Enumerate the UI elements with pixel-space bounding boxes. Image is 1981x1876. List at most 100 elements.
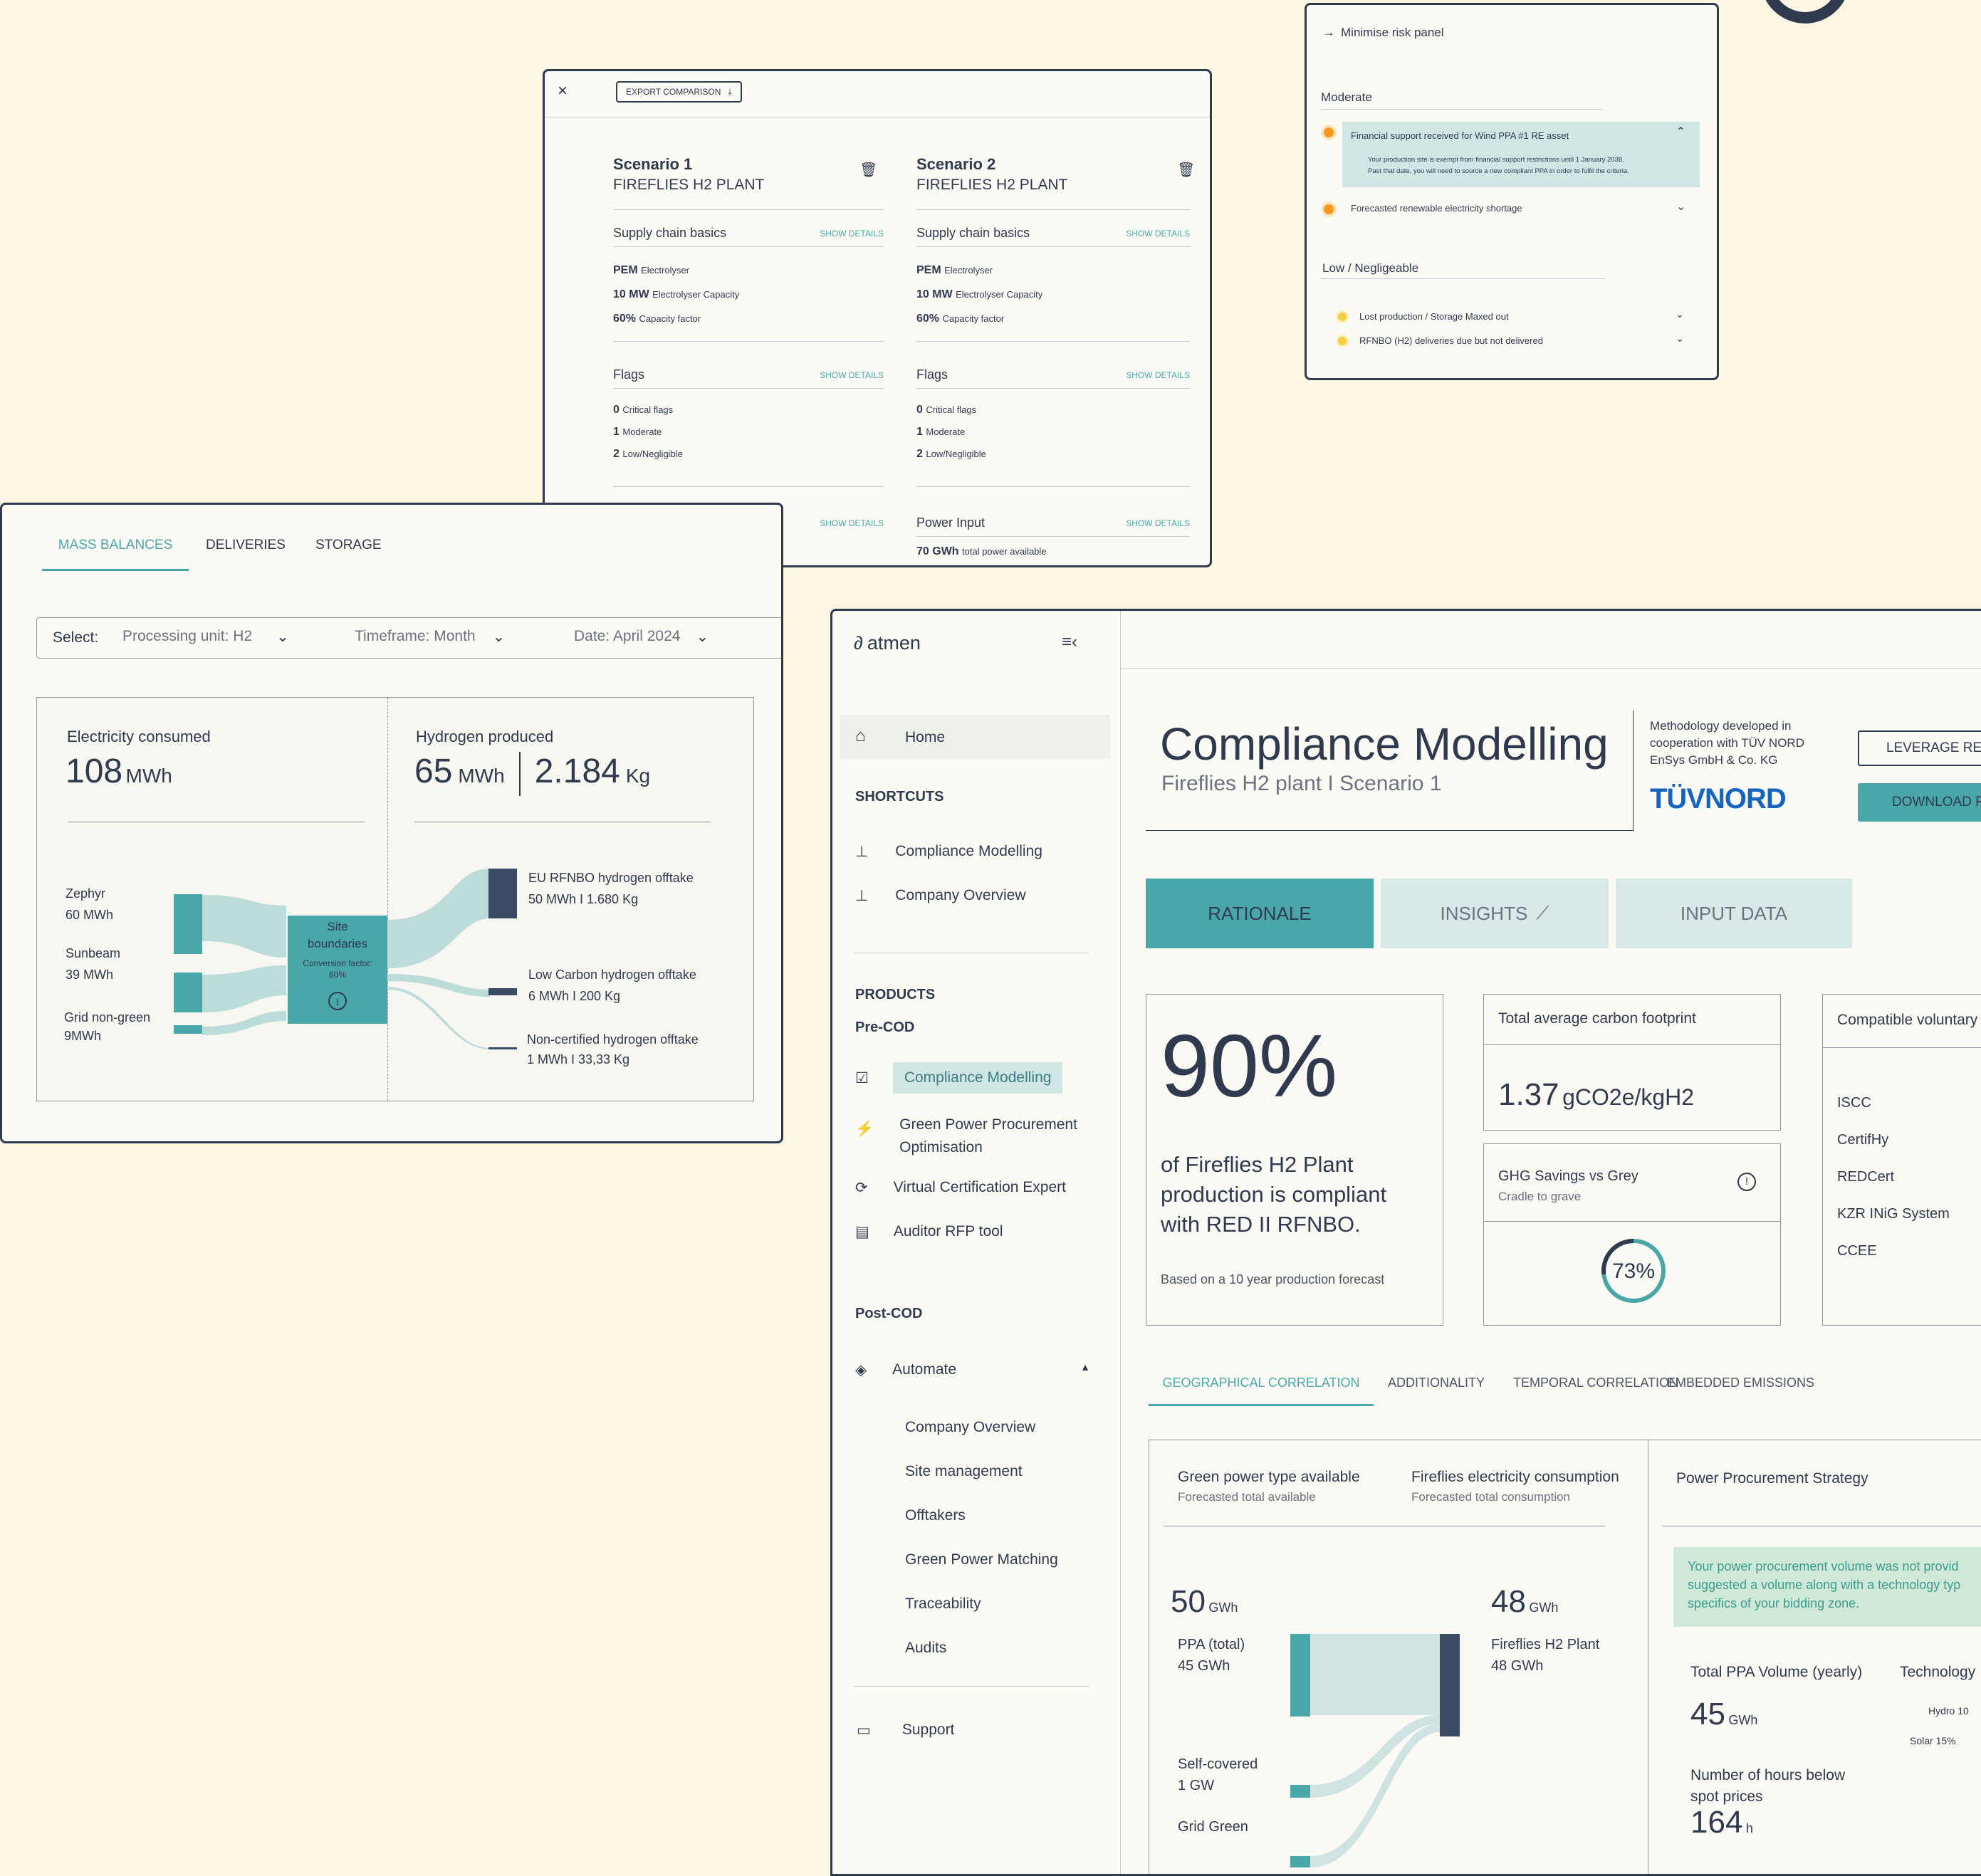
submenu-item-company-overview[interactable]: Company Overview xyxy=(905,1405,1058,1450)
tab-mass-balances[interactable]: MASS BALANCES xyxy=(42,538,189,571)
mass-balance-panel: MASS BALANCES DELIVERIES STORAGE Select:… xyxy=(0,503,783,1143)
arrow-right-icon: → xyxy=(1322,25,1335,39)
risk-item-expanded[interactable]: ⌃ Financial support received for Wind PP… xyxy=(1342,122,1700,187)
select-label: Select: xyxy=(53,629,99,646)
supply-label: Electrolyser Capacity xyxy=(956,289,1043,300)
carbon-unit: gCO2e/kgH2 xyxy=(1562,1084,1695,1110)
chevron-down-icon[interactable]: ⌄ xyxy=(1676,332,1684,345)
submenu-item-site-management[interactable]: Site management xyxy=(905,1450,1058,1494)
flag-count: 0 xyxy=(916,404,923,416)
sidebar-item-virtual-certification[interactable]: ⟳ Virtual Certification Expert xyxy=(855,1179,1066,1197)
filter-bar: Select: Processing unit: H2 ⌄ Timeframe:… xyxy=(36,617,781,659)
risk-item[interactable]: RFNBO (H2) deliveries due but not delive… xyxy=(1338,332,1701,351)
compliance-note: Based on a 10 year production forecast xyxy=(1161,1272,1385,1287)
flag-count: 1 xyxy=(916,426,923,438)
risk-panel-header: Minimise risk panel xyxy=(1341,25,1444,39)
tab-storage[interactable]: STORAGE xyxy=(315,538,382,553)
tab-input-data[interactable]: INPUT DATA xyxy=(1616,879,1852,948)
subtab-embedded-emissions[interactable]: EMBEDDED EMISSIONS xyxy=(1667,1375,1814,1390)
download-report-button[interactable]: DOWNLOAD R xyxy=(1858,783,1981,822)
button-label: DOWNLOAD R xyxy=(1892,795,1981,809)
tab-rationale[interactable]: RATIONALE xyxy=(1146,879,1374,948)
sankey-node-self xyxy=(1290,1785,1310,1798)
carbon-title: Total average carbon footprint xyxy=(1498,1010,1696,1027)
section-title: Supply chain basics xyxy=(613,226,727,240)
trash-icon[interactable]: 🗑 xyxy=(859,161,877,179)
sidebar-item-label: Support xyxy=(901,1722,955,1738)
products-heading: PRODUCTS xyxy=(855,987,936,1002)
collapse-menu-icon[interactable]: ≡‹ xyxy=(1062,632,1077,652)
show-details-link[interactable]: SHOW DETAILS xyxy=(1126,229,1190,241)
info-icon[interactable]: ! xyxy=(1737,1173,1756,1191)
plant-value: 48 GWh xyxy=(1491,1658,1544,1674)
subtab-temporal-correlation[interactable]: TEMPORAL CORRELATION xyxy=(1513,1375,1678,1390)
supply-value: 10 MW xyxy=(916,288,953,300)
divider xyxy=(916,341,1190,342)
sidebar-item-green-power[interactable]: ⚡ Green Power Procurement Optimisation xyxy=(855,1113,1092,1159)
shortcut-compliance-modelling[interactable]: ⊥ Compliance Modelling xyxy=(855,843,1042,861)
sparkle-chart-icon: ⚡ xyxy=(855,1121,874,1137)
processing-unit-dropdown[interactable]: Processing unit: H2 ⌄ xyxy=(122,628,289,646)
show-details-link[interactable]: SHOW DETAILS xyxy=(820,370,884,382)
tab-label: MASS BALANCES xyxy=(58,538,173,552)
sparkle-trend-icon: ⟋ xyxy=(1536,902,1549,923)
submenu-item-offtakers[interactable]: Offtakers xyxy=(905,1494,1058,1538)
close-icon[interactable]: × xyxy=(558,81,568,101)
sankey-node-lowcarbon xyxy=(488,988,517,995)
decorative-arc-icon xyxy=(1765,0,1845,23)
carbon-value: 1.37 gCO2e/kgH2 xyxy=(1498,1077,1694,1113)
chevron-down-icon[interactable]: ⌄ xyxy=(1676,200,1685,213)
tab-deliveries[interactable]: DELIVERIES xyxy=(206,538,286,553)
risk-item[interactable]: Forecasted renewable electricity shortag… xyxy=(1342,197,1700,220)
shortcut-company-overview[interactable]: ⊥ Company Overview xyxy=(855,887,1026,905)
info-icon-glyph: i xyxy=(336,997,339,1008)
divider xyxy=(1484,1044,1780,1045)
trash-icon[interactable]: 🗑 xyxy=(1177,161,1195,179)
checkbox-icon: ☑ xyxy=(855,1069,869,1086)
subtab-geographical-correlation[interactable]: GEOGRAPHICAL CORRELATION xyxy=(1149,1375,1374,1406)
shortcuts-heading: SHORTCUTS xyxy=(855,789,944,805)
sidebar-item-compliance-modelling[interactable]: ☑ Compliance Modelling xyxy=(855,1062,1063,1094)
technology-donut xyxy=(1933,1718,1981,1832)
leverage-report-button[interactable]: LEVERAGE REP xyxy=(1858,730,1981,766)
supply-label: Capacity factor xyxy=(942,313,1005,324)
show-details-link[interactable]: SHOW DETAILS xyxy=(1126,518,1190,530)
show-details-link[interactable]: SHOW DETAILS xyxy=(1126,370,1190,382)
sidebar-item-support[interactable]: ▭ Support xyxy=(857,1722,954,1739)
sidebar-item-auditor-rfp[interactable]: ▤ Auditor RFP tool xyxy=(855,1223,1003,1241)
chevron-down-icon[interactable]: ⌄ xyxy=(1676,308,1684,320)
flag-label: Moderate xyxy=(926,426,966,437)
hours-unit: h xyxy=(1745,1821,1753,1835)
submenu-item-green-power-matching[interactable]: Green Power Matching xyxy=(905,1538,1058,1582)
show-details-link[interactable]: SHOW DETAILS xyxy=(820,229,884,241)
submenu-item-traceability[interactable]: Traceability xyxy=(905,1582,1058,1626)
ppa-volume-number: 45 xyxy=(1690,1697,1725,1731)
chevron-up-icon[interactable]: ⌃ xyxy=(1676,125,1685,139)
supply-value: 10 MW xyxy=(613,288,649,300)
submenu-item-audits[interactable]: Audits xyxy=(905,1626,1058,1670)
divider xyxy=(1321,109,1603,110)
date-dropdown[interactable]: Date: April 2024 ⌄ xyxy=(574,628,709,646)
export-comparison-button[interactable]: EXPORT COMPARISON ⤓ xyxy=(616,81,742,103)
strategy-alert: Your power procurement volume was not pr… xyxy=(1673,1547,1981,1627)
flags-list: 0 Critical flags 1 Moderate 2 Low/Neglig… xyxy=(613,399,884,465)
power-label: total power available xyxy=(962,546,1047,557)
plant-name: Fireflies H2 Plant xyxy=(1491,1637,1600,1652)
supply-label: Capacity factor xyxy=(639,313,701,324)
section-title: Flags xyxy=(613,367,645,382)
timeframe-dropdown[interactable]: Timeframe: Month ⌄ xyxy=(355,628,505,646)
caret-up-icon[interactable]: ▲ xyxy=(1080,1361,1090,1379)
ghg-savings-card: GHG Savings vs Grey Cradle to grave ! 73… xyxy=(1483,1143,1781,1326)
sidebar-item-home[interactable]: ⌂ Home xyxy=(840,715,1110,759)
atmen-logo-icon: ∂ xyxy=(854,632,863,654)
sidebar-item-automate[interactable]: ◈ Automate ▲ xyxy=(855,1361,1090,1379)
minimise-risk-link[interactable]: → Minimise risk panel xyxy=(1322,25,1444,40)
flag-count: 1 xyxy=(613,426,620,438)
logo[interactable]: ∂ atmen xyxy=(854,632,921,654)
scenario-plant: FIREFLIES H2 PLANT xyxy=(613,177,765,193)
tab-label: RATIONALE xyxy=(1208,902,1312,924)
sidebar-item-label: Home xyxy=(905,729,946,745)
subtab-additionality[interactable]: ADDITIONALITY xyxy=(1388,1375,1485,1390)
tab-insights[interactable]: INSIGHTS ⟋ xyxy=(1381,879,1609,948)
risk-item[interactable]: Lost production / Storage Maxed out ⌄ xyxy=(1338,308,1701,327)
